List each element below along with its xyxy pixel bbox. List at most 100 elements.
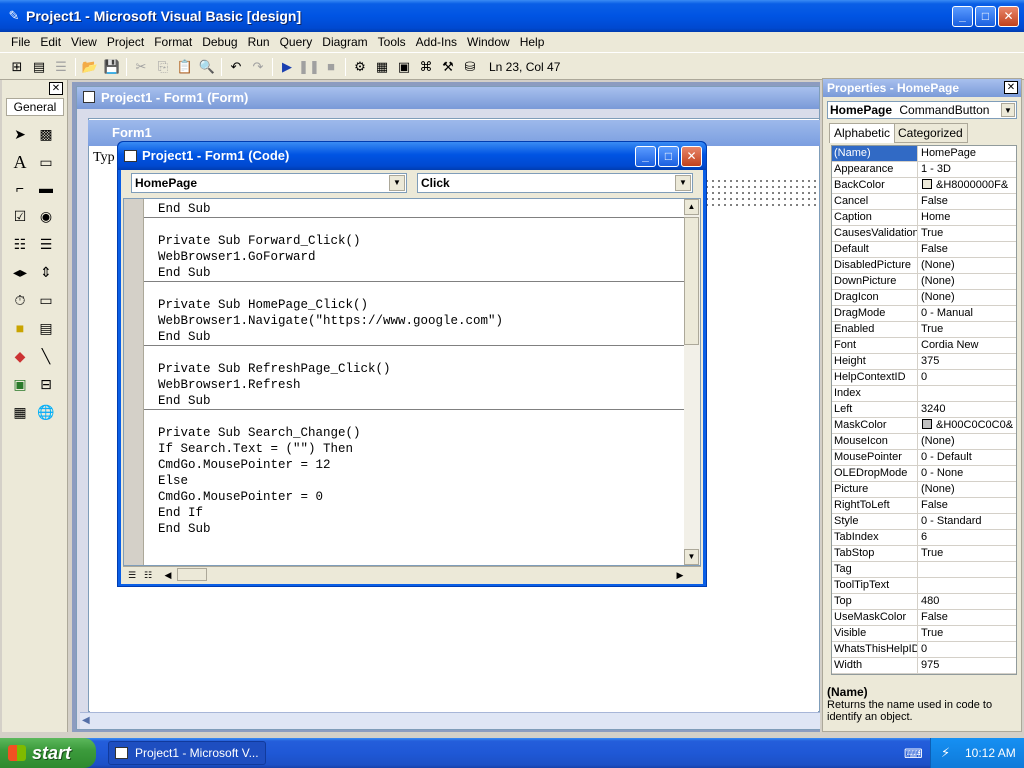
toolbox-general-tab[interactable]: General: [6, 98, 64, 116]
property-value[interactable]: [920, 578, 1016, 593]
property-value[interactable]: (None): [920, 434, 1016, 449]
commandbutton-icon[interactable]: ▬: [34, 176, 58, 200]
property-row[interactable]: BackColor &H8000000F&: [832, 178, 1016, 194]
start-icon[interactable]: ▶: [276, 56, 298, 78]
clock[interactable]: 10:12 AM: [965, 738, 1016, 768]
property-row[interactable]: ToolTipText: [832, 578, 1016, 594]
property-row[interactable]: Height 375: [832, 354, 1016, 370]
menu-add-ins[interactable]: Add-Ins: [411, 35, 462, 49]
code-line[interactable]: WebBrowser1.Refresh: [158, 377, 301, 393]
property-value[interactable]: &H00C0C0C0&: [920, 418, 1016, 433]
properties-window-icon[interactable]: ▦: [371, 56, 393, 78]
start-button[interactable]: start: [0, 738, 96, 768]
scroll-down-icon[interactable]: ▼: [684, 549, 699, 565]
end-icon[interactable]: ■: [320, 56, 342, 78]
menu-diagram[interactable]: Diagram: [317, 35, 372, 49]
property-value[interactable]: True: [920, 626, 1016, 641]
pointer-icon[interactable]: ➤: [8, 122, 32, 146]
property-row[interactable]: Picture (None): [832, 482, 1016, 498]
property-value[interactable]: HomePage: [920, 146, 1016, 161]
code-line[interactable]: Private Sub HomePage_Click(): [158, 297, 368, 313]
property-value[interactable]: &H8000000F&: [920, 178, 1016, 193]
property-row[interactable]: (Name) HomePage: [832, 146, 1016, 162]
menu-format[interactable]: Format: [149, 35, 197, 49]
object-browser-icon[interactable]: ⌘: [415, 56, 437, 78]
property-value[interactable]: False: [920, 242, 1016, 257]
property-value[interactable]: True: [920, 322, 1016, 337]
code-margin-bar[interactable]: [124, 199, 144, 565]
menu-help[interactable]: Help: [515, 35, 550, 49]
property-row[interactable]: DownPicture (None): [832, 274, 1016, 290]
property-row[interactable]: RightToLeft False: [832, 498, 1016, 514]
code-line[interactable]: WebBrowser1.Navigate("https://www.google…: [158, 313, 503, 329]
frame-icon[interactable]: ⌐: [8, 176, 32, 200]
property-row[interactable]: OLEDropMode 0 - None: [832, 466, 1016, 482]
code-line[interactable]: CmdGo.MousePointer = 12: [158, 457, 331, 473]
form-horizontal-scrollbar[interactable]: ◀: [80, 712, 820, 729]
property-row[interactable]: DisabledPicture (None): [832, 258, 1016, 274]
property-row[interactable]: MouseIcon (None): [832, 434, 1016, 450]
property-value[interactable]: 480: [920, 594, 1016, 609]
property-row[interactable]: CausesValidation True: [832, 226, 1016, 242]
line-icon[interactable]: ╲: [34, 344, 58, 368]
procedure-view-icon[interactable]: ☰: [125, 568, 139, 582]
property-row[interactable]: Width 975: [832, 658, 1016, 674]
code-vertical-scrollbar[interactable]: ▲ ▼: [684, 199, 700, 565]
property-row[interactable]: Left 3240: [832, 402, 1016, 418]
property-row[interactable]: Caption Home: [832, 210, 1016, 226]
main-title-bar[interactable]: ✎ Project1 - Microsoft Visual Basic [des…: [0, 0, 1024, 32]
property-row[interactable]: Style 0 - Standard: [832, 514, 1016, 530]
procedure-combo[interactable]: Click ▼: [417, 173, 693, 193]
chevron-down-icon[interactable]: ▼: [1001, 103, 1015, 117]
webbrowser-icon[interactable]: 🌐: [34, 400, 58, 424]
hscrollbar-icon[interactable]: ◂▸: [8, 260, 32, 284]
property-value[interactable]: 0 - Manual: [920, 306, 1016, 321]
save-project-icon[interactable]: 💾: [101, 56, 123, 78]
code-maximize-button[interactable]: □: [658, 146, 679, 167]
properties-title-bar[interactable]: Properties - HomePage: [823, 79, 1021, 97]
property-row[interactable]: Font Cordia New: [832, 338, 1016, 354]
toolbox-icon[interactable]: ⚒: [437, 56, 459, 78]
code-window[interactable]: Project1 - Form1 (Code) _ □ ✕ HomePage ▼…: [117, 141, 707, 587]
property-value[interactable]: False: [920, 498, 1016, 513]
property-value[interactable]: True: [920, 546, 1016, 561]
code-minimize-button[interactable]: _: [635, 146, 656, 167]
horizontal-scroll-thumb[interactable]: [177, 568, 207, 581]
property-value[interactable]: 0: [920, 642, 1016, 657]
property-value[interactable]: 3240: [920, 402, 1016, 417]
minimize-button[interactable]: _: [952, 6, 973, 27]
code-line[interactable]: Private Sub Forward_Click(): [158, 233, 361, 249]
menu-tools[interactable]: Tools: [373, 35, 411, 49]
chevron-down-icon[interactable]: ▼: [389, 175, 405, 191]
scroll-left-icon[interactable]: ◀: [82, 715, 90, 726]
close-button[interactable]: ✕: [998, 6, 1019, 27]
property-value[interactable]: 0 - Standard: [920, 514, 1016, 529]
property-value[interactable]: [920, 562, 1016, 577]
code-line[interactable]: End If: [158, 505, 203, 521]
maximize-button[interactable]: □: [975, 6, 996, 27]
redo-icon[interactable]: ↷: [247, 56, 269, 78]
code-close-button[interactable]: ✕: [681, 146, 702, 167]
property-row[interactable]: Default False: [832, 242, 1016, 258]
add-form-icon[interactable]: ▤: [28, 56, 50, 78]
menu-view[interactable]: View: [66, 35, 102, 49]
data-icon[interactable]: ⊟: [34, 372, 58, 396]
optionbutton-icon[interactable]: ◉: [34, 204, 58, 228]
copy-icon[interactable]: ⎘: [152, 56, 174, 78]
paste-icon[interactable]: 📋: [174, 56, 196, 78]
menu-window[interactable]: Window: [462, 35, 515, 49]
property-row[interactable]: MousePointer 0 - Default: [832, 450, 1016, 466]
property-value[interactable]: 0: [920, 370, 1016, 385]
property-row[interactable]: Visible True: [832, 626, 1016, 642]
vscrollbar-icon[interactable]: ⇕: [34, 260, 58, 284]
code-line[interactable]: End Sub: [158, 265, 211, 281]
property-value[interactable]: (None): [920, 290, 1016, 305]
undo-icon[interactable]: ↶: [225, 56, 247, 78]
open-project-icon[interactable]: 📂: [79, 56, 101, 78]
code-line[interactable]: Private Sub Search_Change(): [158, 425, 361, 441]
property-row[interactable]: UseMaskColor False: [832, 610, 1016, 626]
project-explorer-icon[interactable]: ⚙: [349, 56, 371, 78]
property-row[interactable]: WhatsThisHelpID 0: [832, 642, 1016, 658]
code-line[interactable]: Private Sub RefreshPage_Click(): [158, 361, 391, 377]
data-view-icon[interactable]: ⛁: [459, 56, 481, 78]
